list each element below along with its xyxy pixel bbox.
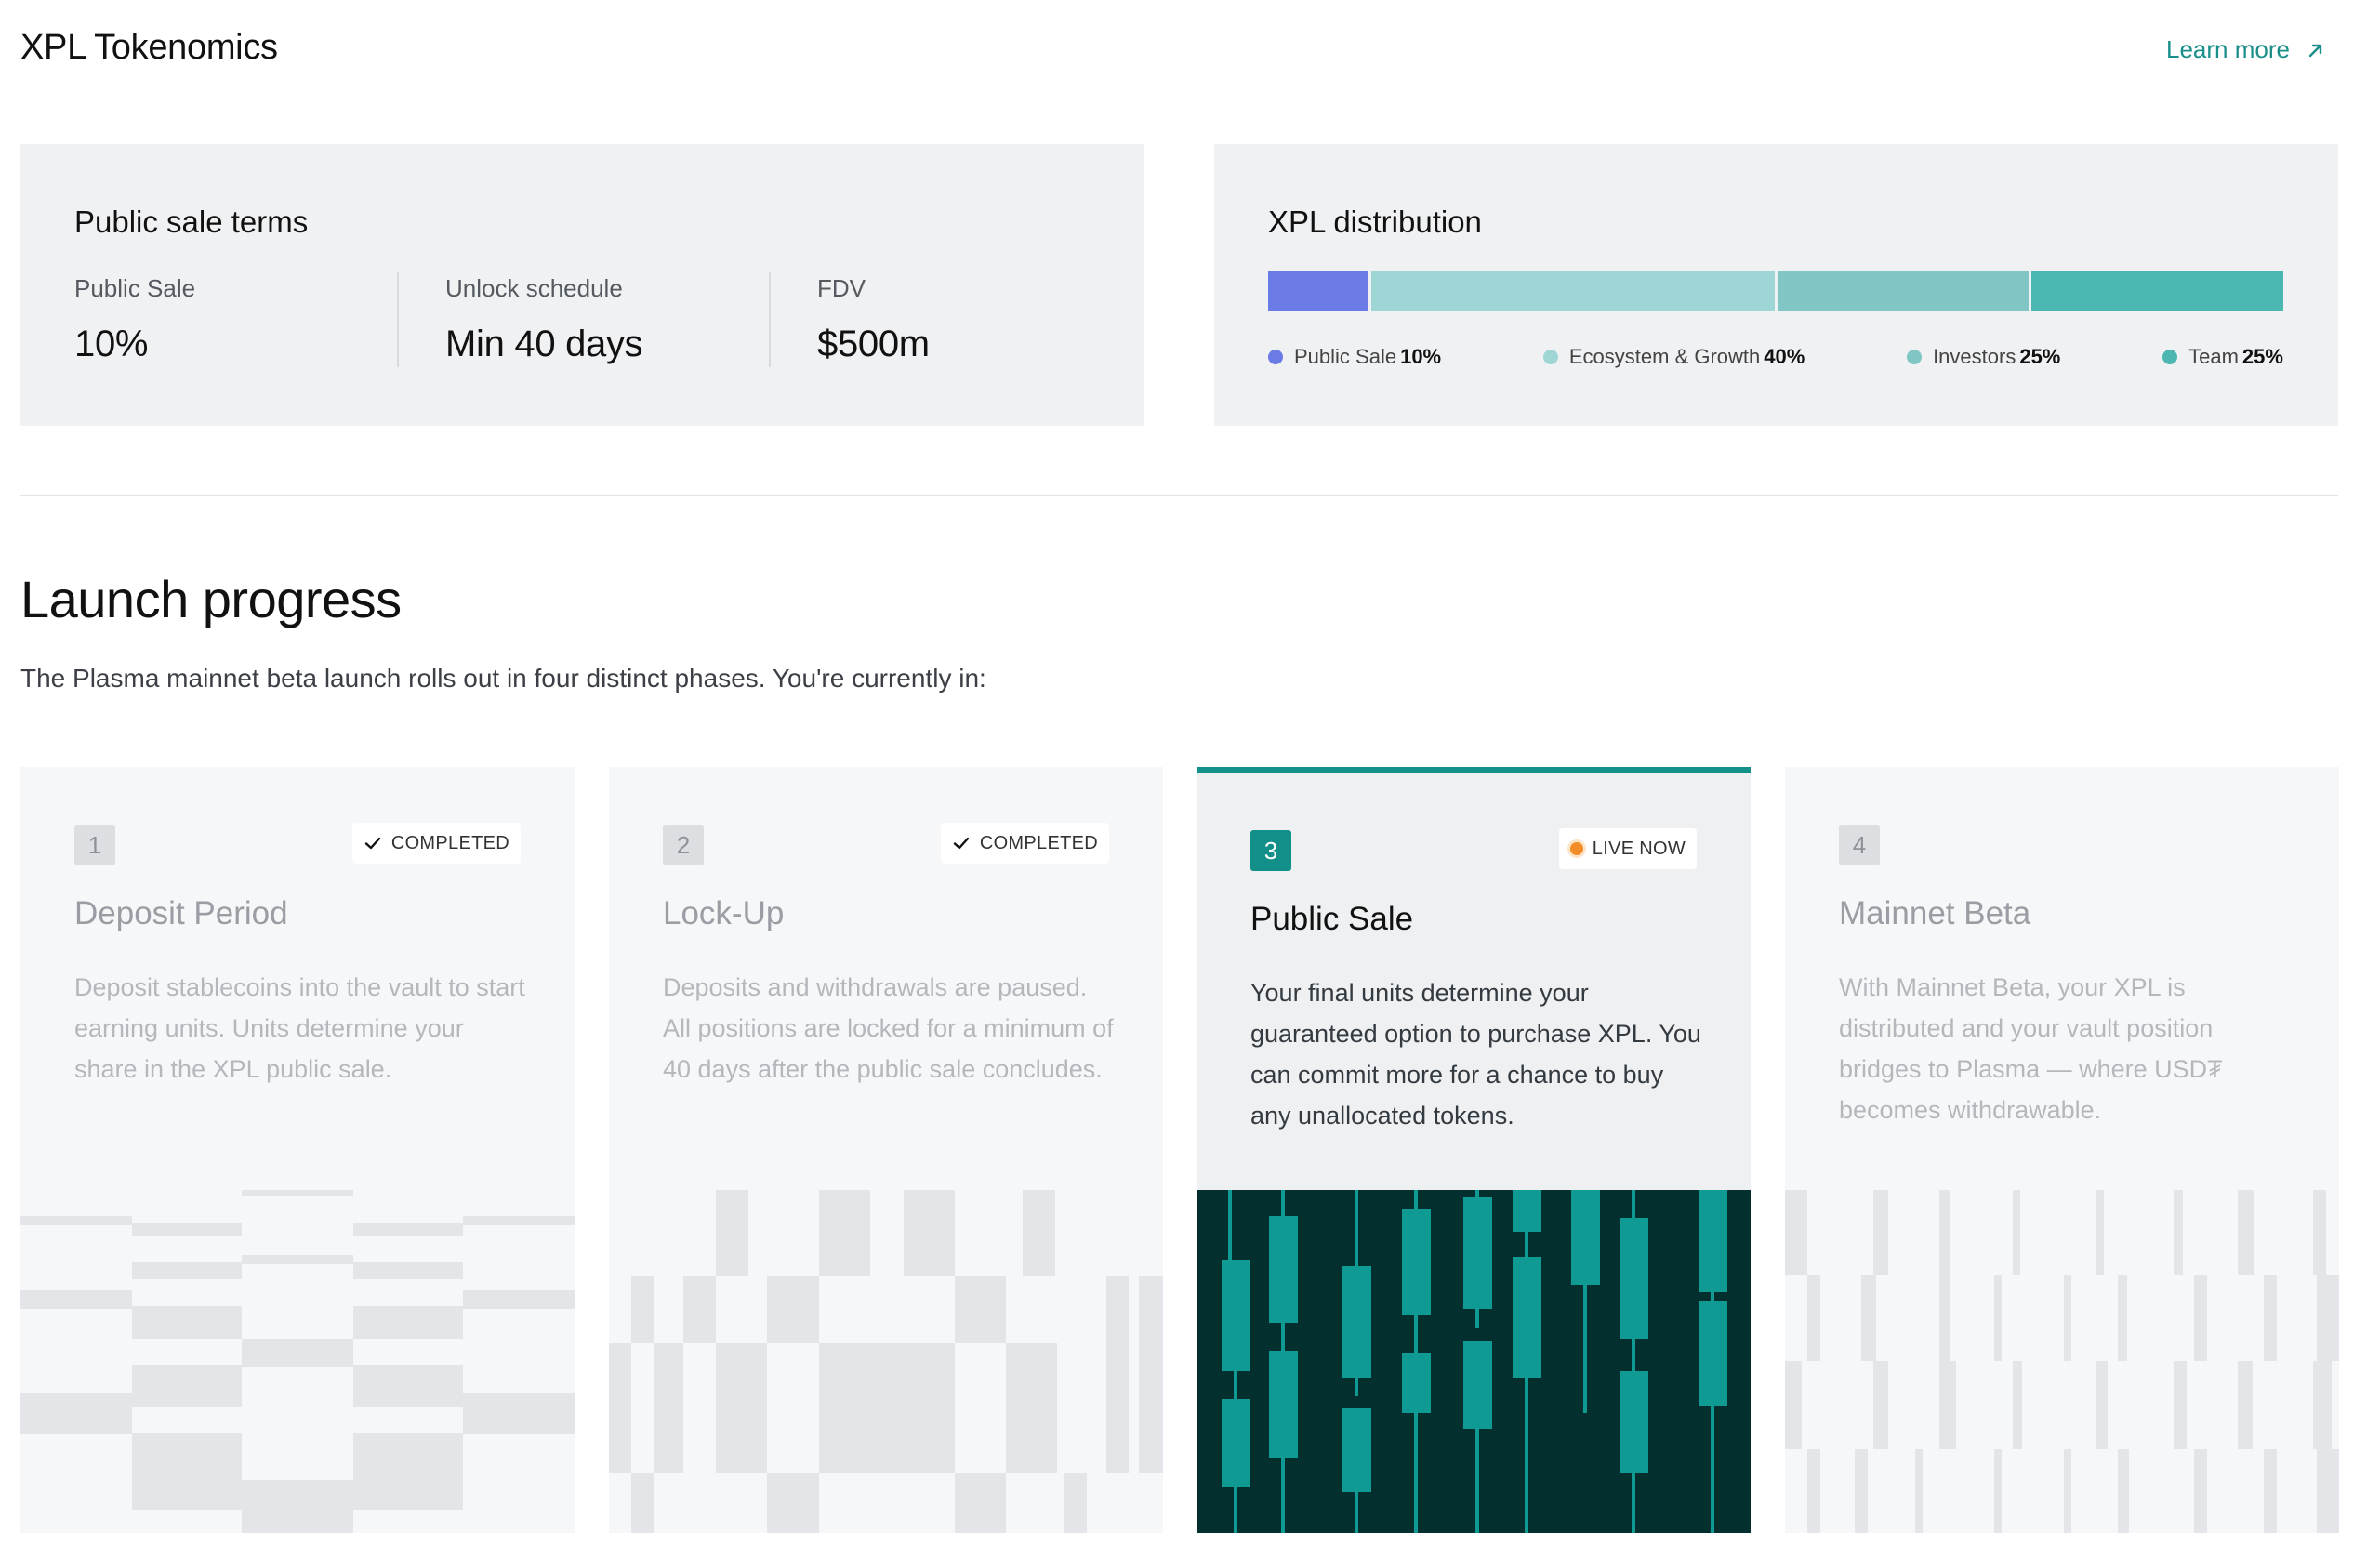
legend-item-investors: Investors 25%	[1907, 345, 2060, 369]
divider	[397, 272, 399, 367]
status-badge: COMPLETED	[940, 823, 1109, 864]
legend-dot-icon	[1542, 350, 1558, 364]
pattern-graphic	[20, 1190, 575, 1533]
phase-description: Your final units determine your guarante…	[1250, 979, 1701, 1130]
distribution-bar	[1268, 271, 2283, 311]
legend-item-team: Team 25%	[2162, 345, 2283, 369]
phase-description: With Mainnet Beta, your XPL is distribut…	[1839, 973, 2223, 1124]
arrow-up-right-icon	[2308, 44, 2322, 57]
learn-more-link[interactable]: Learn more	[2166, 35, 2325, 64]
status-label: LIVE NOW	[1592, 838, 1686, 859]
phase-description: Deposit stablecoins into the vault to st…	[74, 973, 525, 1083]
phase-number: 3	[1250, 830, 1291, 871]
stat-value: Min 40 days	[445, 324, 643, 364]
legend-percent: 40%	[1764, 345, 1805, 368]
phase-card-mainnet-beta[interactable]: 4 Mainnet Beta With Mainnet Beta, your X…	[1785, 767, 2339, 1533]
phase-description: Deposits and withdrawals are paused. All…	[663, 973, 1114, 1083]
legend-item-public-sale: Public Sale 10%	[1268, 345, 1441, 369]
phase-title: Deposit Period	[74, 895, 288, 931]
distribution-legend: Public Sale 10% Ecosystem & Growth 40% Inv…	[1268, 345, 2283, 369]
phase-card-lockup[interactable]: 2 COMPLETED Lock-Up Deposits and withdra…	[609, 767, 1163, 1533]
legend-label: Investors	[1933, 345, 2016, 368]
stat-label: Unlock schedule	[445, 274, 623, 302]
bar-segment-team	[2031, 271, 2283, 311]
phase-title: Lock-Up	[663, 895, 785, 931]
legend-dot-icon	[2162, 350, 2178, 364]
active-indicator	[1197, 767, 1751, 773]
phase-title: Mainnet Beta	[1839, 895, 2031, 931]
stat-unlock-schedule: Unlock schedule Min 40 days	[445, 274, 643, 365]
pattern-graphic	[609, 1190, 1163, 1533]
learn-more-label: Learn more	[2166, 35, 2290, 63]
stat-fdv: FDV $500m	[817, 274, 930, 365]
legend-dot-icon	[1268, 350, 1283, 364]
status-label: COMPLETED	[979, 832, 1098, 853]
launch-progress-subtitle: The Plasma mainnet beta launch rolls out…	[20, 664, 986, 693]
live-dot-icon	[1569, 842, 1583, 855]
bar-segment-investors	[1777, 271, 2030, 311]
phase-number: 2	[663, 825, 704, 865]
phase-card-deposit[interactable]: 1 COMPLETED Deposit Period Deposit stabl…	[20, 767, 575, 1533]
page-title: XPL Tokenomics	[20, 28, 278, 67]
check-icon	[364, 837, 381, 850]
divider	[769, 272, 771, 367]
phase-number: 4	[1839, 825, 1880, 865]
legend-percent: 25%	[2241, 345, 2283, 368]
launch-progress-title: Launch progress	[20, 570, 402, 628]
candlestick-graphic	[1197, 1190, 1751, 1533]
legend-label: Public Sale	[1294, 345, 1397, 368]
stat-label: FDV	[817, 274, 866, 302]
section-divider	[20, 495, 2338, 496]
status-badge: COMPLETED	[351, 823, 521, 864]
public-sale-terms-panel: Public sale terms Public Sale 10% Unlock…	[20, 144, 1144, 426]
public-sale-terms-title: Public sale terms	[74, 205, 309, 239]
legend-item-ecosystem: Ecosystem & Growth 40%	[1542, 345, 1805, 369]
phase-card-public-sale[interactable]: 3 LIVE NOW Public Sale Your final units …	[1197, 767, 1751, 1533]
legend-percent: 10%	[1400, 345, 1442, 368]
pattern-graphic	[1785, 1190, 2339, 1533]
stat-public-sale: Public Sale 10%	[74, 274, 195, 365]
status-label: COMPLETED	[390, 832, 509, 853]
bar-segment-public-sale	[1268, 271, 1369, 311]
bar-segment-ecosystem	[1371, 271, 1775, 311]
xpl-distribution-panel: XPL distribution Public Sale 10% Ecosyste…	[1214, 144, 2338, 426]
stat-value: $500m	[817, 324, 930, 364]
phase-number: 1	[74, 825, 115, 865]
check-icon	[953, 837, 970, 850]
status-badge: LIVE NOW	[1558, 828, 1697, 869]
legend-label: Ecosystem & Growth	[1568, 345, 1761, 368]
stat-value: 10%	[74, 324, 149, 364]
stat-label: Public Sale	[74, 274, 196, 302]
legend-percent: 25%	[2019, 345, 2061, 368]
legend-label: Team	[2188, 345, 2239, 368]
xpl-distribution-title: XPL distribution	[1268, 205, 1482, 239]
legend-dot-icon	[1907, 350, 1923, 364]
phase-title: Public Sale	[1250, 901, 1414, 937]
